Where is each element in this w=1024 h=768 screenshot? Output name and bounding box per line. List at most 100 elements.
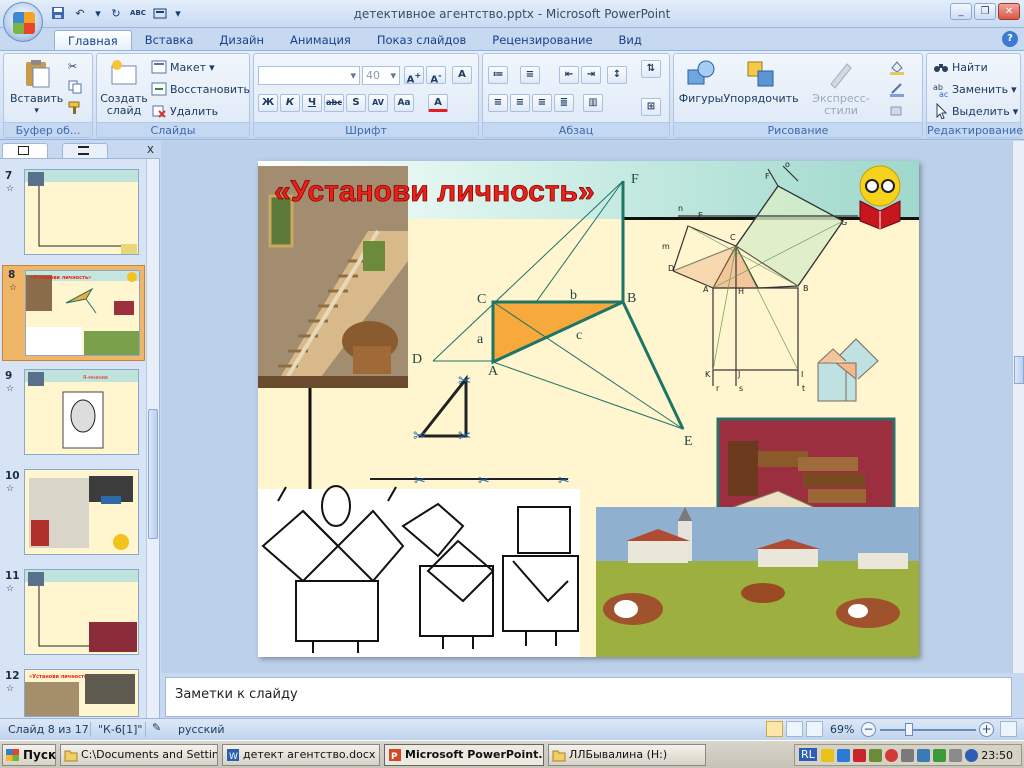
clear-format-button[interactable]: A [452, 66, 472, 84]
keyboard-language[interactable]: RL [799, 748, 817, 761]
security-icon[interactable] [853, 749, 866, 762]
usb-icon[interactable] [949, 749, 962, 762]
delete-slide-button[interactable]: Удалить [151, 103, 218, 119]
tab-insert[interactable]: Вставка [132, 30, 207, 50]
zoom-out-button[interactable]: − [861, 722, 876, 737]
cut-icon[interactable]: ✂ [68, 60, 77, 73]
smartart-button[interactable]: ⊞ [641, 98, 661, 116]
slide-thumbnail-11[interactable]: 11 ☆ [0, 569, 148, 659]
tab-slideshow[interactable]: Показ слайдов [364, 30, 479, 50]
tab-review[interactable]: Рецензирование [479, 30, 605, 50]
theme-name[interactable]: "К-6[1]" [98, 723, 142, 736]
text-direction-button[interactable]: ⇅ [641, 60, 661, 78]
taskbar-item-explorer[interactable]: C:\Documents and Settin... [60, 744, 218, 766]
spacing-button[interactable]: AV [368, 94, 388, 112]
language-indicator[interactable]: русский [178, 723, 225, 736]
underline-button[interactable]: Ч [302, 94, 322, 112]
font-color-button[interactable]: A [428, 94, 448, 112]
strikethrough-button[interactable]: abc [324, 94, 344, 112]
slide-thumbnail-7[interactable]: 7 ☆ [0, 169, 148, 259]
network-icon[interactable] [837, 749, 850, 762]
shield-icon[interactable] [821, 749, 834, 762]
case-button[interactable]: Aa [394, 94, 414, 112]
taskbar-item-powerpoint[interactable]: P Microsoft PowerPoint... [384, 744, 544, 766]
format-painter-icon[interactable] [68, 101, 82, 115]
close-panel-icon[interactable]: x [147, 142, 154, 156]
slideshow-button[interactable] [806, 721, 823, 737]
tab-view[interactable]: Вид [606, 30, 655, 50]
shape-effects-icon[interactable] [889, 103, 905, 119]
shape-outline-icon[interactable] [889, 81, 905, 97]
update-icon[interactable] [933, 749, 946, 762]
editing-group-label: Редактирование [927, 122, 1023, 137]
zoom-slider-handle[interactable] [905, 723, 913, 736]
animation-icon: ☆ [9, 283, 18, 293]
new-slide-button[interactable]: Создать слайд [100, 58, 148, 117]
replace-button[interactable]: ab ac Заменить ▾ [933, 81, 1017, 98]
bluetooth-icon[interactable] [965, 749, 978, 762]
restore-button[interactable]: ❐ [974, 3, 996, 20]
justify-button[interactable]: ≣ [554, 94, 574, 112]
tab-design[interactable]: Дизайн [206, 30, 277, 50]
increase-indent-button[interactable]: ⇥ [581, 66, 601, 84]
select-button[interactable]: Выделить ▾ [933, 103, 1018, 119]
find-button[interactable]: Найти [933, 59, 988, 75]
current-slide[interactable]: «Установи личность» F C b B a c D A E o … [258, 161, 919, 657]
align-left-button[interactable]: ≡ [488, 94, 508, 112]
slide-scrollbar[interactable] [1012, 141, 1024, 673]
slides-panel-scrollbar[interactable] [146, 159, 159, 718]
shadow-button[interactable]: S [346, 94, 366, 112]
help-icon[interactable]: ? [1002, 31, 1018, 47]
bullets-button[interactable]: ≔ [488, 66, 508, 84]
normal-view-button[interactable] [766, 721, 783, 737]
display-icon[interactable] [917, 749, 930, 762]
tab-outline-view[interactable] [62, 143, 108, 158]
align-center-button[interactable]: ≡ [510, 94, 530, 112]
office-button[interactable] [3, 2, 43, 42]
shrink-font-button[interactable]: A- [426, 66, 446, 85]
shapes-button[interactable]: Фигуры [678, 58, 724, 105]
fit-to-window-button[interactable] [1000, 721, 1017, 737]
start-button[interactable]: Пуск [2, 744, 56, 766]
notes-pane[interactable]: Заметки к слайду [165, 677, 1012, 717]
reset-button[interactable]: Восстановить [151, 81, 250, 97]
tab-home[interactable]: Главная [54, 30, 132, 50]
font-family-combo[interactable] [258, 66, 360, 85]
line-spacing-button[interactable]: ↕ [607, 66, 627, 84]
quick-styles-button[interactable]: Экспресс-стили [800, 58, 882, 117]
align-right-button[interactable]: ≡ [532, 94, 552, 112]
decrease-indent-button[interactable]: ⇤ [559, 66, 579, 84]
close-button[interactable]: ✕ [998, 3, 1020, 20]
bold-button[interactable]: Ж [258, 94, 278, 112]
arrange-button[interactable]: Упорядочить [723, 58, 799, 105]
tab-slides-view[interactable] [2, 143, 48, 158]
copy-icon[interactable] [68, 80, 82, 94]
italic-button[interactable]: К [280, 94, 300, 112]
shape-fill-icon[interactable] [889, 59, 905, 75]
font-size-combo[interactable]: 40 [362, 66, 400, 85]
label-B: B [627, 291, 636, 306]
antivirus-icon[interactable] [869, 749, 882, 762]
target-icon[interactable] [885, 749, 898, 762]
slide-sorter-button[interactable] [786, 721, 803, 737]
slide-thumbnail-10[interactable]: 10 ☆ [0, 469, 148, 559]
animation-icon: ☆ [6, 584, 15, 594]
taskbar-item-word[interactable]: W детект агентство.docx -... [222, 744, 380, 766]
sound-icon[interactable] [901, 749, 914, 762]
taskbar-item-drive[interactable]: ЛЛБывалина (H:) [548, 744, 706, 766]
columns-button[interactable]: ▥ [583, 94, 603, 112]
paste-button[interactable]: Вставить ▾ [10, 58, 63, 117]
slide-thumbnail-9[interactable]: 9 ☆ Я-мнение [0, 369, 148, 459]
numbering-button[interactable]: ≡ [520, 66, 540, 84]
zoom-level[interactable]: 69% [830, 723, 854, 736]
svg-text:✂: ✂ [414, 473, 426, 489]
spellcheck-icon[interactable]: ✎ [152, 721, 161, 734]
tab-animation[interactable]: Анимация [277, 30, 364, 50]
thumbnail-11-image [25, 570, 138, 654]
layout-button[interactable]: Макет ▾ [151, 59, 215, 75]
slide-thumbnail-8[interactable]: 8 ☆ «Установи личность» [2, 265, 145, 361]
zoom-slider[interactable] [880, 729, 976, 731]
minimize-button[interactable]: _ [950, 3, 972, 20]
grow-font-button[interactable]: A+ [404, 66, 424, 85]
zoom-in-button[interactable]: + [979, 722, 994, 737]
